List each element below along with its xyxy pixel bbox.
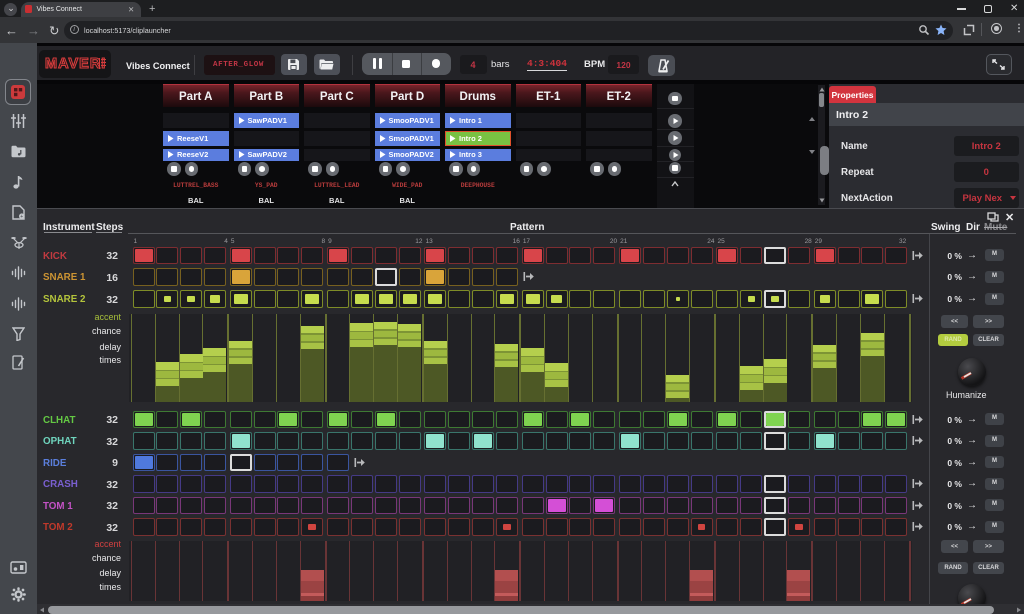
svg-text:+: +	[20, 214, 23, 220]
